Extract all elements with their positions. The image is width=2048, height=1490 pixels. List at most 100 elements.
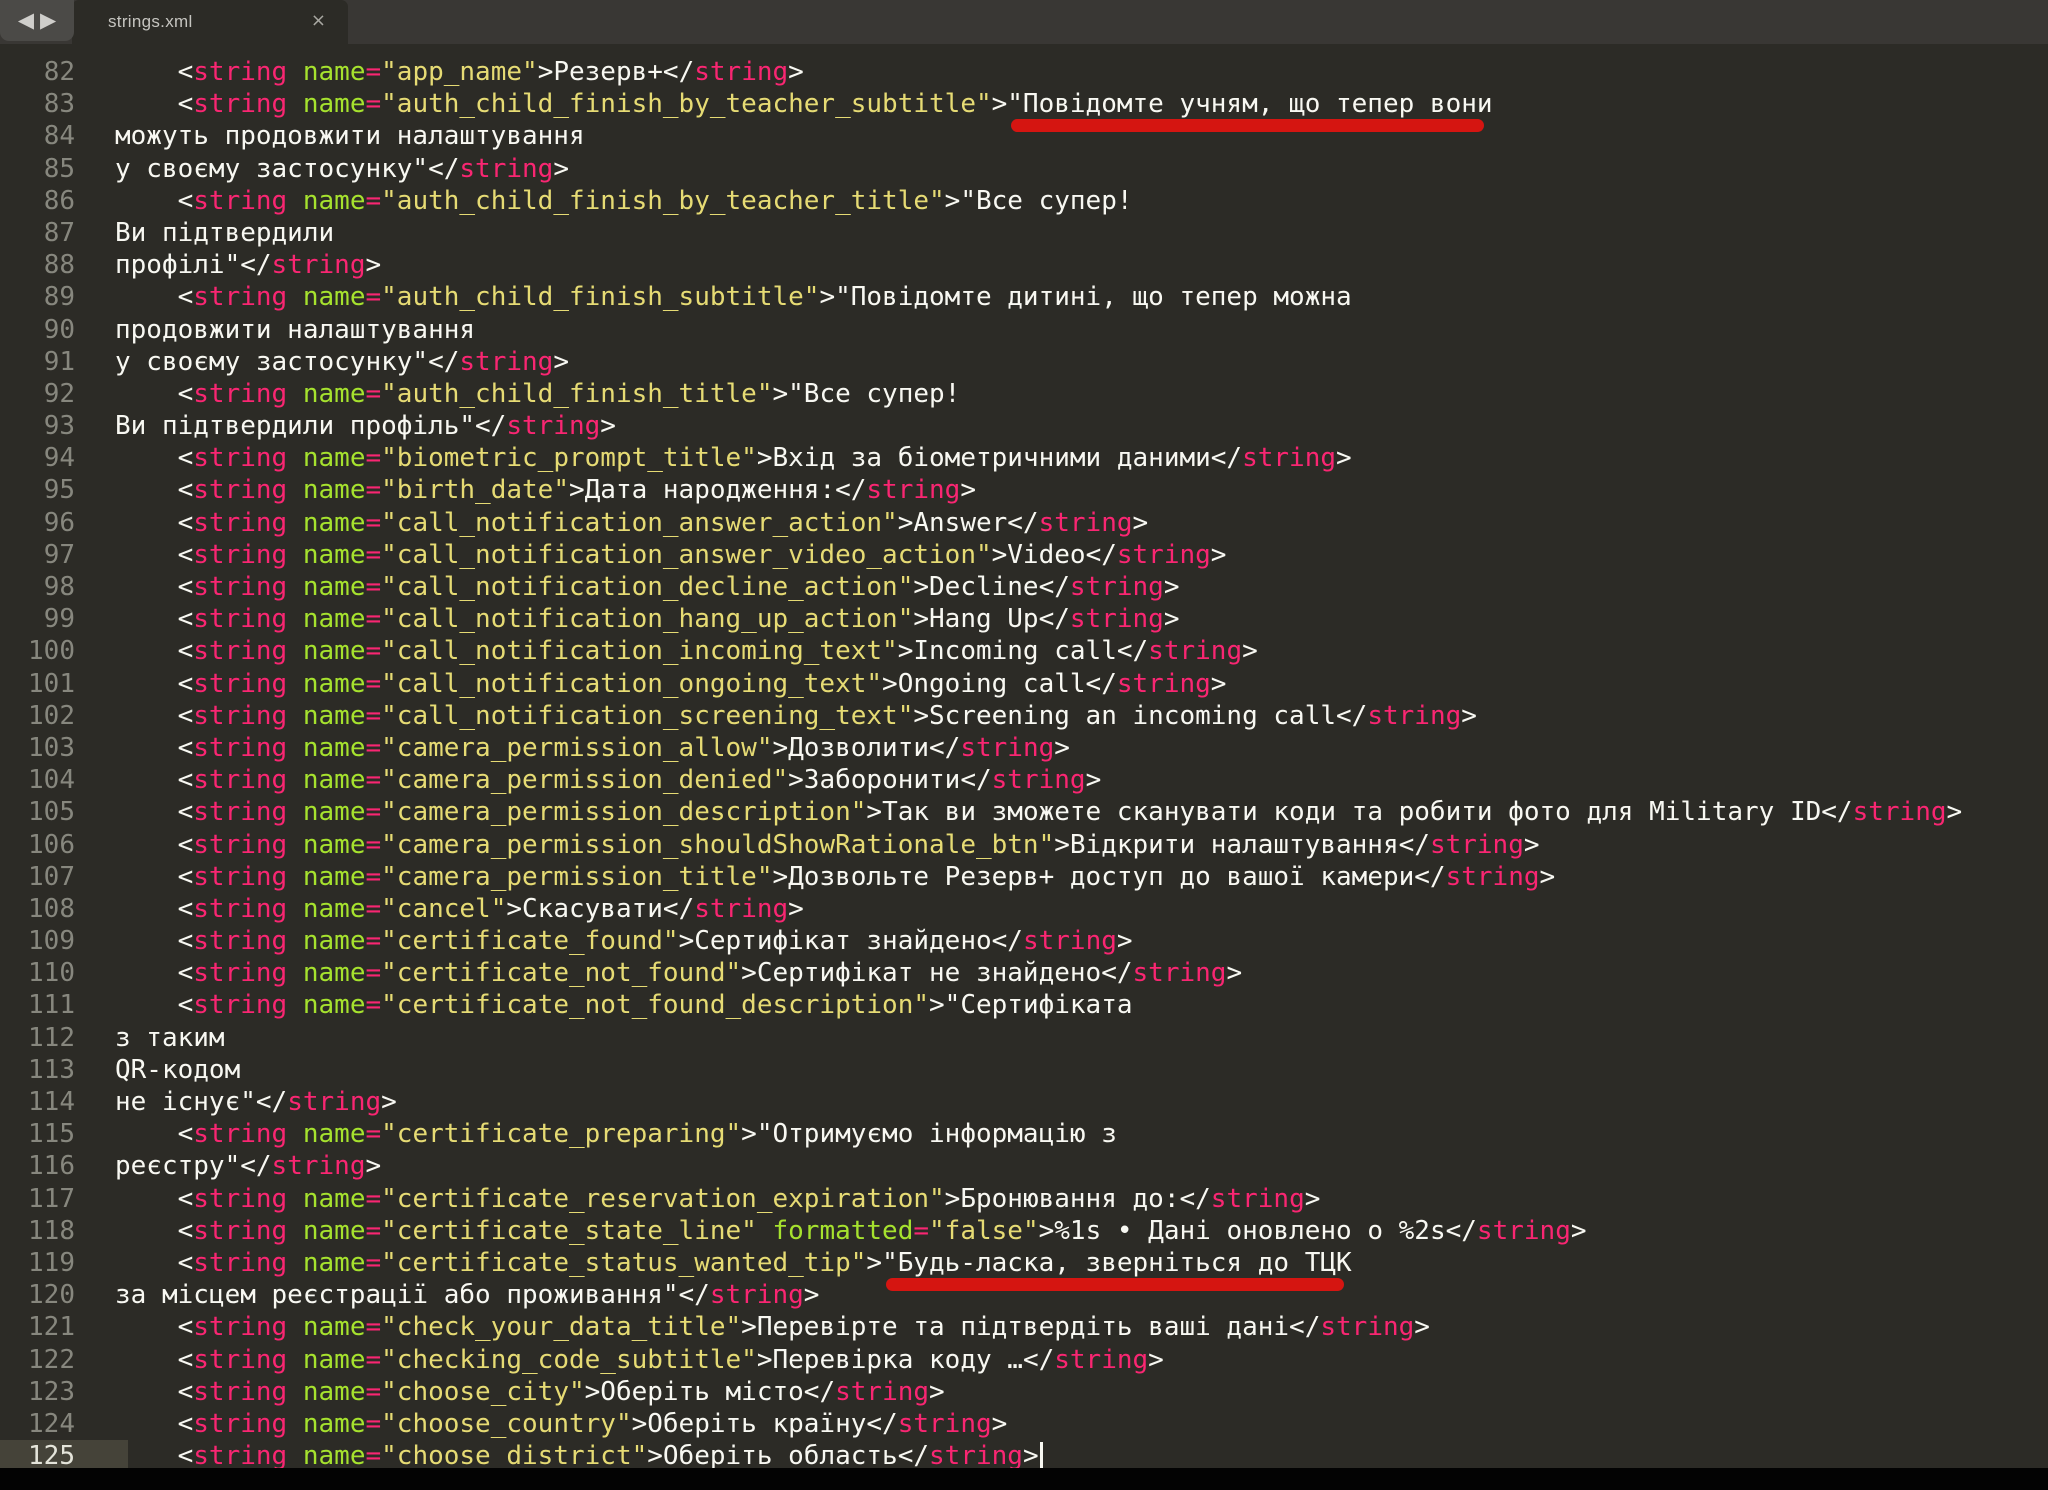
code-line[interactable]: 97 <string name="call_notification_answe…	[0, 539, 2048, 571]
line-number: 119	[0, 1247, 128, 1279]
code-line[interactable]: 95 <string name="birth_date">Дата народж…	[0, 474, 2048, 506]
code-line[interactable]: 106 <string name="camera_permission_shou…	[0, 829, 2048, 861]
close-icon[interactable]: ×	[311, 10, 326, 31]
code-text: <string name="certificate_not_found">Сер…	[115, 957, 1242, 989]
line-number: 108	[0, 893, 128, 925]
code-line[interactable]: 103 <string name="camera_permission_allo…	[0, 732, 2048, 764]
code-line[interactable]: 109 <string name="certificate_found">Сер…	[0, 925, 2048, 957]
code-text: <string name="camera_permission_descript…	[115, 796, 1962, 828]
line-number: 115	[0, 1118, 128, 1150]
line-number: 112	[0, 1022, 128, 1054]
code-line[interactable]: 99 <string name="call_notification_hang_…	[0, 603, 2048, 635]
line-number: 84	[0, 120, 128, 152]
code-line[interactable]: 123 <string name="choose_city">Оберіть м…	[0, 1376, 2048, 1408]
code-line[interactable]: 102 <string name="call_notification_scre…	[0, 700, 2048, 732]
code-text: <string name="camera_permission_title">Д…	[115, 861, 1555, 893]
code-line[interactable]: 112з таким	[0, 1022, 2048, 1054]
code-line[interactable]: 93Ви підтвердили профіль"</string>	[0, 410, 2048, 442]
line-number: 90	[0, 314, 128, 346]
line-number: 92	[0, 378, 128, 410]
code-line[interactable]: 98 <string name="call_notification_decli…	[0, 571, 2048, 603]
code-line[interactable]: 105 <string name="camera_permission_desc…	[0, 796, 2048, 828]
code-text: у своєму застосунку"</string>	[115, 153, 569, 185]
line-number: 120	[0, 1279, 128, 1311]
code-line[interactable]: 113QR-кодом	[0, 1054, 2048, 1086]
code-line[interactable]: 124 <string name="choose_country">Оберіт…	[0, 1408, 2048, 1440]
back-icon[interactable]: ◀	[18, 10, 34, 31]
code-line[interactable]: 108 <string name="cancel">Скасувати</str…	[0, 893, 2048, 925]
line-number: 82	[0, 56, 128, 88]
code-line[interactable]: 96 <string name="call_notification_answe…	[0, 507, 2048, 539]
code-text: <string name="call_notification_answer_a…	[115, 507, 1148, 539]
code-line[interactable]: 85у своєму застосунку"</string>	[0, 153, 2048, 185]
code-line[interactable]: 92 <string name="auth_child_finish_title…	[0, 378, 2048, 410]
line-number: 96	[0, 507, 128, 539]
code-text: <string name="certificate_not_found_desc…	[115, 989, 1133, 1021]
line-number: 117	[0, 1183, 128, 1215]
code-text: <string name="certificate_reservation_ex…	[115, 1183, 1320, 1215]
code-line[interactable]: 116реєстру"</string>	[0, 1150, 2048, 1182]
code-text: можуть продовжити налаштування	[115, 120, 585, 152]
line-number: 113	[0, 1054, 128, 1086]
code-editor[interactable]: 82 <string name="app_name">Резерв+</stri…	[0, 44, 2048, 1468]
code-line[interactable]: 118 <string name="certificate_state_line…	[0, 1215, 2048, 1247]
tab-strings-xml[interactable]: strings.xml ×	[72, 0, 348, 44]
code-text: <string name="call_notification_screenin…	[115, 700, 1477, 732]
code-text: <string name="certificate_state_line" fo…	[115, 1215, 1587, 1247]
forward-icon[interactable]: ▶	[40, 10, 56, 31]
code-text: <string name="auth_child_finish_by_teach…	[115, 88, 1493, 120]
code-text: <string name="birth_date">Дата народженн…	[115, 474, 976, 506]
code-text: з таким	[115, 1022, 225, 1054]
code-line[interactable]: 88профілі"</string>	[0, 249, 2048, 281]
code-text: профілі"</string>	[115, 249, 381, 281]
code-text: <string name="checking_code_subtitle">Пе…	[115, 1344, 1164, 1376]
code-line[interactable]: 119 <string name="certificate_status_wan…	[0, 1247, 2048, 1279]
code-line[interactable]: 83 <string name="auth_child_finish_by_te…	[0, 88, 2048, 120]
line-number: 121	[0, 1311, 128, 1343]
code-line[interactable]: 94 <string name="biometric_prompt_title"…	[0, 442, 2048, 474]
code-text: не існує"</string>	[115, 1086, 397, 1118]
line-number: 93	[0, 410, 128, 442]
line-number: 97	[0, 539, 128, 571]
code-lines: 82 <string name="app_name">Резерв+</stri…	[0, 56, 2048, 1472]
code-line[interactable]: 122 <string name="checking_code_subtitle…	[0, 1344, 2048, 1376]
code-line[interactable]: 91у своєму застосунку"</string>	[0, 346, 2048, 378]
code-line[interactable]: 110 <string name="certificate_not_found"…	[0, 957, 2048, 989]
code-line[interactable]: 100 <string name="call_notification_inco…	[0, 635, 2048, 667]
code-line[interactable]: 115 <string name="certificate_preparing"…	[0, 1118, 2048, 1150]
code-text: <string name="call_notification_ongoing_…	[115, 668, 1226, 700]
code-line[interactable]: 104 <string name="camera_permission_deni…	[0, 764, 2048, 796]
code-line[interactable]: 101 <string name="call_notification_ongo…	[0, 668, 2048, 700]
code-text: QR-кодом	[115, 1054, 240, 1086]
code-text: <string name="choose_country">Оберіть кр…	[115, 1408, 1007, 1440]
code-text: <string name="check_your_data_title">Пер…	[115, 1311, 1430, 1343]
line-number: 89	[0, 281, 128, 313]
code-text: <string name="camera_permission_shouldSh…	[115, 829, 1540, 861]
code-text: <string name="certificate_status_wanted_…	[115, 1247, 1352, 1279]
code-text: <string name="call_notification_hang_up_…	[115, 603, 1179, 635]
red-underline-annotation	[1011, 119, 1484, 132]
line-number: 88	[0, 249, 128, 281]
code-text: <string name="auth_child_finish_by_teach…	[115, 185, 1133, 217]
code-line[interactable]: 107 <string name="camera_permission_titl…	[0, 861, 2048, 893]
line-number: 100	[0, 635, 128, 667]
code-line[interactable]: 117 <string name="certificate_reservatio…	[0, 1183, 2048, 1215]
code-line[interactable]: 86 <string name="auth_child_finish_by_te…	[0, 185, 2048, 217]
code-line[interactable]: 114не існує"</string>	[0, 1086, 2048, 1118]
code-line[interactable]: 89 <string name="auth_child_finish_subti…	[0, 281, 2048, 313]
code-text: <string name="app_name">Резерв+</string>	[115, 56, 804, 88]
line-number: 114	[0, 1086, 128, 1118]
tab-title: strings.xml	[108, 12, 193, 32]
code-text: <string name="certificate_found">Сертифі…	[115, 925, 1133, 957]
code-text: <string name="call_notification_incoming…	[115, 635, 1258, 667]
code-line[interactable]: 90продовжити налаштування	[0, 314, 2048, 346]
line-number: 87	[0, 217, 128, 249]
line-number: 104	[0, 764, 128, 796]
code-line[interactable]: 82 <string name="app_name">Резерв+</stri…	[0, 56, 2048, 88]
line-number: 116	[0, 1150, 128, 1182]
code-text: <string name="call_notification_decline_…	[115, 571, 1179, 603]
code-line[interactable]: 87Ви підтвердили	[0, 217, 2048, 249]
code-text: <string name="choose_city">Оберіть місто…	[115, 1376, 945, 1408]
code-line[interactable]: 111 <string name="certificate_not_found_…	[0, 989, 2048, 1021]
code-line[interactable]: 121 <string name="check_your_data_title"…	[0, 1311, 2048, 1343]
